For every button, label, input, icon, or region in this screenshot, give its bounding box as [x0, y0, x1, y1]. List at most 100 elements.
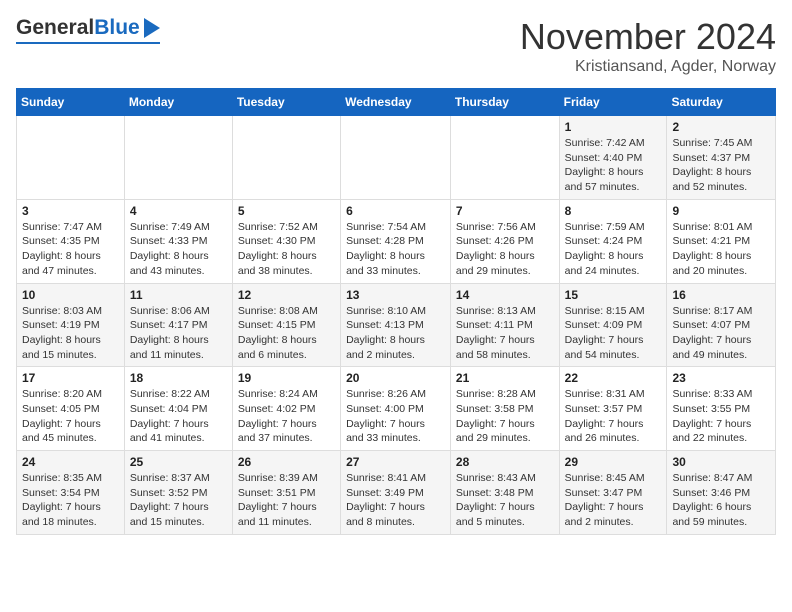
day-number: 29: [565, 455, 662, 469]
day-number: 3: [22, 204, 119, 218]
day-detail: Sunrise: 8:45 AM Sunset: 3:47 PM Dayligh…: [565, 471, 662, 530]
day-cell: 5Sunrise: 7:52 AM Sunset: 4:30 PM Daylig…: [232, 199, 340, 283]
day-cell: 12Sunrise: 8:08 AM Sunset: 4:15 PM Dayli…: [232, 283, 340, 367]
day-detail: Sunrise: 8:33 AM Sunset: 3:55 PM Dayligh…: [672, 387, 770, 446]
header-wednesday: Wednesday: [341, 89, 451, 116]
header-saturday: Saturday: [667, 89, 776, 116]
day-number: 12: [238, 288, 335, 302]
day-number: 28: [456, 455, 554, 469]
day-number: 21: [456, 371, 554, 385]
day-cell: 28Sunrise: 8:43 AM Sunset: 3:48 PM Dayli…: [450, 451, 559, 535]
day-detail: Sunrise: 7:42 AM Sunset: 4:40 PM Dayligh…: [565, 136, 662, 195]
day-cell: 8 Sunrise: 7:59 AM Sunset: 4:24 PM Daylig…: [559, 199, 667, 283]
day-cell: [341, 116, 451, 200]
day-number: 9: [672, 204, 770, 218]
header-tuesday: Tuesday: [232, 89, 340, 116]
day-detail: Sunrise: 8:03 AM Sunset: 4:19 PM Dayligh…: [22, 304, 119, 363]
day-cell: 6 Sunrise: 7:54 AM Sunset: 4:28 PM Daylig…: [341, 199, 451, 283]
day-number: 22: [565, 371, 662, 385]
day-cell: 19Sunrise: 8:24 AM Sunset: 4:02 PM Dayli…: [232, 367, 340, 451]
day-cell: [17, 116, 125, 200]
day-cell: [232, 116, 340, 200]
day-cell: 13 Sunrise: 8:10 AM Sunset: 4:13 PM Dayli…: [341, 283, 451, 367]
title-area: November 2024 Kristiansand, Agder, Norwa…: [520, 16, 776, 76]
day-cell: 18Sunrise: 8:22 AM Sunset: 4:04 PM Dayli…: [124, 367, 232, 451]
day-cell: 27 Sunrise: 8:41 AM Sunset: 3:49 PM Dayli…: [341, 451, 451, 535]
day-number: 27: [346, 455, 445, 469]
day-cell: 29 Sunrise: 8:45 AM Sunset: 3:47 PM Dayli…: [559, 451, 667, 535]
logo-arrow-icon: [144, 18, 160, 38]
day-number: 13: [346, 288, 445, 302]
day-cell: [124, 116, 232, 200]
day-number: 8: [565, 204, 662, 218]
day-cell: 24Sunrise: 8:35 AM Sunset: 3:54 PM Dayli…: [17, 451, 125, 535]
day-number: 10: [22, 288, 119, 302]
day-cell: 9 Sunrise: 8:01 AM Sunset: 4:21 PM Daylig…: [667, 199, 776, 283]
day-detail: Sunrise: 8:20 AM Sunset: 4:05 PM Dayligh…: [22, 387, 119, 446]
header-friday: Friday: [559, 89, 667, 116]
day-cell: 4Sunrise: 7:49 AM Sunset: 4:33 PM Daylig…: [124, 199, 232, 283]
day-detail: Sunrise: 8:31 AM Sunset: 3:57 PM Dayligh…: [565, 387, 662, 446]
day-cell: 3 Sunrise: 7:47 AM Sunset: 4:35 PM Daylig…: [17, 199, 125, 283]
day-detail: Sunrise: 7:47 AM Sunset: 4:35 PM Dayligh…: [22, 220, 119, 279]
day-detail: Sunrise: 7:49 AM Sunset: 4:33 PM Dayligh…: [130, 220, 227, 279]
day-detail: Sunrise: 8:01 AM Sunset: 4:21 PM Dayligh…: [672, 220, 770, 279]
day-detail: Sunrise: 8:06 AM Sunset: 4:17 PM Dayligh…: [130, 304, 227, 363]
day-cell: 1 Sunrise: 7:42 AM Sunset: 4:40 PM Daylig…: [559, 116, 667, 200]
day-cell: 10 Sunrise: 8:03 AM Sunset: 4:19 PM Dayli…: [17, 283, 125, 367]
week-row-3: 17 Sunrise: 8:20 AM Sunset: 4:05 PM Dayli…: [17, 367, 776, 451]
day-detail: Sunrise: 8:28 AM Sunset: 3:58 PM Dayligh…: [456, 387, 554, 446]
day-number: 6: [346, 204, 445, 218]
logo-blue: Blue: [94, 16, 140, 40]
day-cell: 17 Sunrise: 8:20 AM Sunset: 4:05 PM Dayli…: [17, 367, 125, 451]
day-number: 5: [238, 204, 335, 218]
day-number: 25: [130, 455, 227, 469]
header-thursday: Thursday: [450, 89, 559, 116]
day-detail: Sunrise: 8:39 AM Sunset: 3:51 PM Dayligh…: [238, 471, 335, 530]
day-detail: Sunrise: 8:10 AM Sunset: 4:13 PM Dayligh…: [346, 304, 445, 363]
day-number: 1: [565, 120, 662, 134]
day-cell: 30 Sunrise: 8:47 AM Sunset: 3:46 PM Dayli…: [667, 451, 776, 535]
day-number: 26: [238, 455, 335, 469]
header-sunday: Sunday: [17, 89, 125, 116]
day-number: 14: [456, 288, 554, 302]
day-cell: [450, 116, 559, 200]
day-cell: 20Sunrise: 8:26 AM Sunset: 4:00 PM Dayli…: [341, 367, 451, 451]
day-cell: 25 Sunrise: 8:37 AM Sunset: 3:52 PM Dayli…: [124, 451, 232, 535]
day-cell: 15 Sunrise: 8:15 AM Sunset: 4:09 PM Dayli…: [559, 283, 667, 367]
day-detail: Sunrise: 8:15 AM Sunset: 4:09 PM Dayligh…: [565, 304, 662, 363]
day-detail: Sunrise: 7:59 AM Sunset: 4:24 PM Dayligh…: [565, 220, 662, 279]
day-number: 30: [672, 455, 770, 469]
day-detail: Sunrise: 8:37 AM Sunset: 3:52 PM Dayligh…: [130, 471, 227, 530]
day-cell: 14 Sunrise: 8:13 AM Sunset: 4:11 PM Dayli…: [450, 283, 559, 367]
day-detail: Sunrise: 8:13 AM Sunset: 4:11 PM Dayligh…: [456, 304, 554, 363]
day-detail: Sunrise: 8:17 AM Sunset: 4:07 PM Dayligh…: [672, 304, 770, 363]
logo-underline: [16, 42, 160, 44]
day-number: 11: [130, 288, 227, 302]
day-number: 2: [672, 120, 770, 134]
week-row-4: 24Sunrise: 8:35 AM Sunset: 3:54 PM Dayli…: [17, 451, 776, 535]
day-detail: Sunrise: 8:47 AM Sunset: 3:46 PM Dayligh…: [672, 471, 770, 530]
day-number: 17: [22, 371, 119, 385]
day-number: 18: [130, 371, 227, 385]
week-row-0: 1 Sunrise: 7:42 AM Sunset: 4:40 PM Daylig…: [17, 116, 776, 200]
day-detail: Sunrise: 8:41 AM Sunset: 3:49 PM Dayligh…: [346, 471, 445, 530]
day-cell: 26 Sunrise: 8:39 AM Sunset: 3:51 PM Dayli…: [232, 451, 340, 535]
logo: General Blue: [16, 16, 160, 44]
day-cell: 11 Sunrise: 8:06 AM Sunset: 4:17 PM Dayli…: [124, 283, 232, 367]
main-title: November 2024: [520, 16, 776, 58]
day-detail: Sunrise: 8:24 AM Sunset: 4:02 PM Dayligh…: [238, 387, 335, 446]
day-detail: Sunrise: 7:56 AM Sunset: 4:26 PM Dayligh…: [456, 220, 554, 279]
day-cell: 7Sunrise: 7:56 AM Sunset: 4:26 PM Daylig…: [450, 199, 559, 283]
sub-title: Kristiansand, Agder, Norway: [520, 58, 776, 76]
day-cell: 21 Sunrise: 8:28 AM Sunset: 3:58 PM Dayli…: [450, 367, 559, 451]
day-cell: 22 Sunrise: 8:31 AM Sunset: 3:57 PM Dayli…: [559, 367, 667, 451]
header: General Blue November 2024 Kristiansand,…: [16, 16, 776, 76]
day-detail: Sunrise: 7:45 AM Sunset: 4:37 PM Dayligh…: [672, 136, 770, 195]
calendar-header-row: SundayMondayTuesdayWednesdayThursdayFrid…: [17, 89, 776, 116]
day-number: 24: [22, 455, 119, 469]
day-number: 16: [672, 288, 770, 302]
day-detail: Sunrise: 7:54 AM Sunset: 4:28 PM Dayligh…: [346, 220, 445, 279]
day-cell: 16 Sunrise: 8:17 AM Sunset: 4:07 PM Dayli…: [667, 283, 776, 367]
day-number: 15: [565, 288, 662, 302]
